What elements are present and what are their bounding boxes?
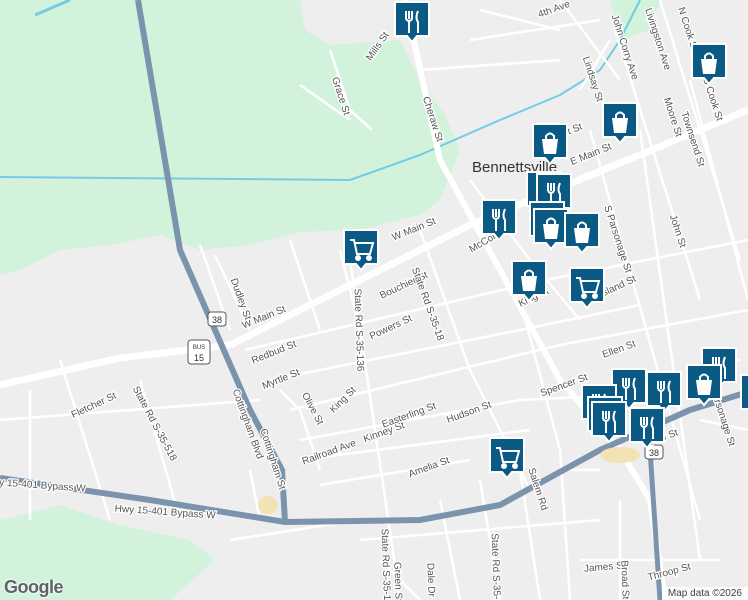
shopping-cart-icon xyxy=(489,437,525,480)
restaurant-icon xyxy=(591,401,627,444)
google-logo: Google xyxy=(4,577,64,597)
map-marker[interactable] xyxy=(628,406,666,450)
map-marker[interactable] xyxy=(563,211,601,255)
sand-area xyxy=(258,496,278,514)
map-marker[interactable] xyxy=(342,228,380,272)
street-label: Dale Dr xyxy=(424,563,436,598)
street-label: Broad St xyxy=(618,560,630,599)
svg-text:BUS: BUS xyxy=(193,345,205,351)
grocery-bag-icon xyxy=(686,364,722,407)
grocery-bag-icon xyxy=(511,260,547,303)
map-marker[interactable] xyxy=(393,0,431,44)
shopping-cart-icon xyxy=(569,267,605,310)
map-marker[interactable] xyxy=(568,266,606,310)
map-canvas[interactable]: 38 BUS 15 38 Bennettsville W Main StW Ma… xyxy=(0,0,748,600)
svg-text:38: 38 xyxy=(212,315,222,325)
map-marker[interactable] xyxy=(480,198,518,242)
map-marker[interactable] xyxy=(510,259,548,303)
svg-text:15: 15 xyxy=(194,353,204,363)
restaurant-icon xyxy=(481,199,517,242)
restaurant-icon xyxy=(394,1,430,44)
grocery-bag-icon xyxy=(532,123,568,166)
map-marker[interactable] xyxy=(601,101,639,145)
grocery-bag-icon xyxy=(691,43,727,86)
shopping-cart-icon xyxy=(343,229,379,272)
street-label: Green St xyxy=(391,562,403,600)
route-shield-38: 38 xyxy=(207,311,227,327)
route-shield-business-15: BUS 15 xyxy=(187,339,211,365)
grocery-bag-icon xyxy=(740,374,748,410)
grocery-bag-icon xyxy=(564,212,600,255)
map-marker[interactable] xyxy=(685,363,723,407)
street-label: State Rd S-35-18 xyxy=(489,533,503,600)
map-marker[interactable] xyxy=(590,400,628,444)
map-marker[interactable] xyxy=(690,42,728,86)
restaurant-icon xyxy=(629,407,665,450)
grocery-bag-icon xyxy=(602,102,638,145)
map-marker[interactable] xyxy=(739,373,748,417)
map-attribution: Map data ©2026 xyxy=(661,587,748,600)
map-marker[interactable] xyxy=(531,122,569,166)
map-marker[interactable] xyxy=(488,436,526,480)
